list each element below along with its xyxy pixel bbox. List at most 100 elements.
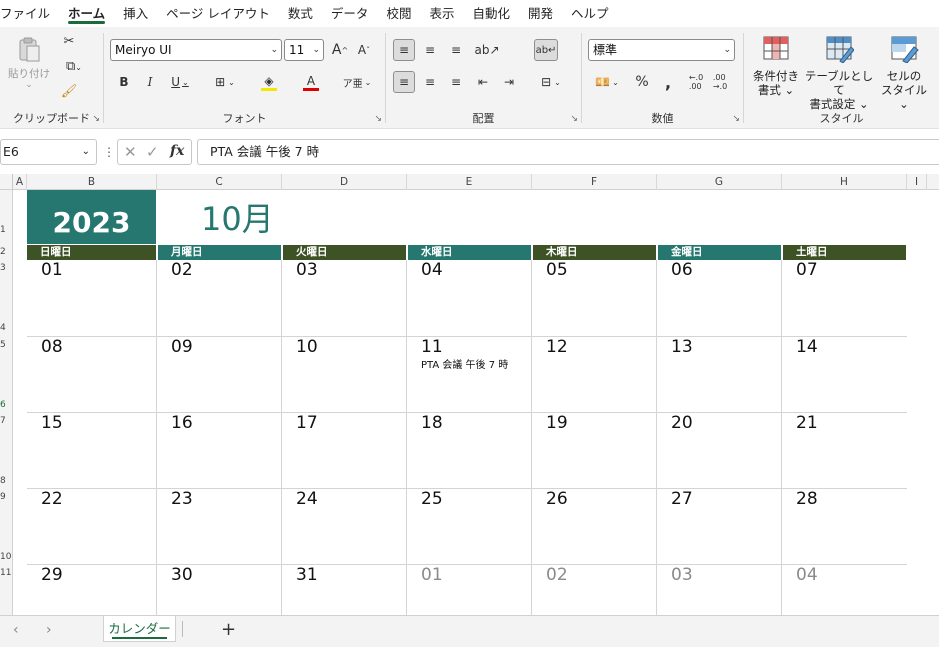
column-header-b[interactable]: B — [27, 174, 157, 190]
date-cell[interactable]: 02 — [171, 260, 193, 280]
alignment-launcher-icon[interactable]: ↘ — [570, 114, 578, 124]
date-cell[interactable]: 25 — [421, 489, 443, 509]
date-cell[interactable]: 07 — [796, 260, 818, 280]
orientation-button[interactable]: ab↗ — [472, 39, 502, 61]
column-header-a[interactable]: A — [13, 174, 27, 190]
date-cell[interactable]: 27 — [671, 489, 693, 509]
tab-review[interactable]: 校閲 — [377, 0, 420, 27]
add-sheet-button[interactable]: + — [221, 619, 236, 640]
align-left-icon[interactable]: ≡ — [393, 71, 415, 93]
formula-input[interactable]: PTA 会議 午後 7 時 — [197, 139, 939, 165]
tab-developer[interactable]: 開発 — [519, 0, 562, 27]
row-header-6[interactable]: 6 — [0, 400, 12, 410]
tab-data[interactable]: データ — [322, 0, 378, 27]
format-painter-icon[interactable]: 🖌 — [60, 82, 78, 102]
conditional-formatting-button[interactable]: 条件付き 書式 ⌄ — [748, 31, 804, 97]
column-header-d[interactable]: D — [282, 174, 407, 190]
next-month-date-cell[interactable]: 03 — [671, 565, 693, 585]
increase-indent-icon[interactable]: ⇥ — [498, 71, 520, 93]
date-cell[interactable]: 22 — [41, 489, 63, 509]
column-header-g[interactable]: G — [657, 174, 782, 190]
font-launcher-icon[interactable]: ↘ — [374, 114, 382, 124]
date-cell[interactable]: 19 — [546, 413, 568, 433]
percent-icon[interactable]: % — [632, 71, 652, 93]
row-header-4[interactable]: 4 — [0, 323, 12, 333]
date-cell[interactable]: 15 — [41, 413, 63, 433]
shrink-font-icon[interactable]: Aˇ — [354, 39, 374, 61]
align-center-icon[interactable]: ≡ — [419, 71, 441, 93]
tab-home[interactable]: ホーム — [59, 0, 114, 27]
row-header-8[interactable]: 8 — [0, 476, 12, 486]
row-header-7[interactable]: 7 — [0, 416, 12, 426]
paste-button[interactable]: 貼り付け ⌄ — [8, 35, 50, 90]
align-right-icon[interactable]: ≡ — [445, 71, 467, 93]
font-name-select[interactable]: Meiryo UI ⌄ — [110, 39, 282, 61]
wrap-text-icon[interactable]: ab↵ — [534, 39, 558, 61]
enter-icon[interactable]: ✓ — [146, 143, 159, 161]
bold-button[interactable]: B — [114, 71, 134, 93]
sheet-tab-calendar[interactable]: カレンダー — [103, 616, 176, 642]
date-cell[interactable]: 26 — [546, 489, 568, 509]
date-cell[interactable]: 12 — [546, 337, 568, 357]
tab-formulas[interactable]: 数式 — [279, 0, 322, 27]
date-cell[interactable]: 13 — [671, 337, 693, 357]
row-header-5[interactable]: 5 — [0, 340, 12, 350]
row-header-1[interactable]: 1 — [0, 225, 12, 235]
number-format-select[interactable]: 標準 ⌄ — [588, 39, 735, 61]
date-cell[interactable]: 01 — [41, 260, 63, 280]
row-header-9[interactable]: 9 — [0, 492, 12, 502]
more-options-icon[interactable]: ⋮ — [103, 145, 115, 159]
year-cell[interactable]: 2023 — [27, 190, 156, 244]
row-header-3[interactable]: 3 — [0, 263, 12, 273]
date-cell[interactable]: 20 — [671, 413, 693, 433]
insert-function-icon[interactable]: fx — [170, 143, 184, 159]
next-month-date-cell[interactable]: 01 — [421, 565, 443, 585]
borders-button[interactable]: ⊞ ⌄ — [208, 71, 242, 93]
cell-styles-button[interactable]: セルの スタイル ⌄ — [876, 31, 932, 111]
row-header-2[interactable]: 2 — [0, 247, 12, 257]
clipboard-launcher-icon[interactable]: ↘ — [92, 114, 100, 124]
comma-style-icon[interactable]: , — [658, 71, 678, 93]
date-cell[interactable]: 24 — [296, 489, 318, 509]
date-cell[interactable]: 08 — [41, 337, 63, 357]
tab-help[interactable]: ヘルプ — [562, 0, 618, 27]
name-box[interactable]: E6 ⌄ — [0, 139, 97, 165]
fill-color-button[interactable]: ◈ — [252, 71, 286, 93]
date-cell[interactable]: 28 — [796, 489, 818, 509]
date-cell[interactable]: 17 — [296, 413, 318, 433]
format-as-table-button[interactable]: テーブルとして 書式設定 ⌄ — [804, 31, 874, 111]
tab-page-layout[interactable]: ページ レイアウト — [157, 0, 279, 27]
decrease-decimal-icon[interactable]: .00 →.0 — [710, 71, 730, 93]
month-cell[interactable]: 10月 — [201, 199, 274, 239]
worksheet-grid[interactable]: 2023 10月 日曜日 月曜日 火曜日 水曜日 木曜日 金曜日 土曜日 01 … — [13, 190, 939, 615]
date-cell[interactable]: 04 — [421, 260, 443, 280]
grow-font-icon[interactable]: A ^ — [330, 39, 350, 61]
tab-view[interactable]: 表示 — [420, 0, 463, 27]
number-launcher-icon[interactable]: ↘ — [732, 114, 740, 124]
tab-automate[interactable]: 自動化 — [463, 0, 519, 27]
column-header-h[interactable]: H — [782, 174, 907, 190]
next-month-date-cell[interactable]: 04 — [796, 565, 818, 585]
column-header-e[interactable]: E — [407, 174, 532, 190]
row-header-11[interactable]: 11 — [0, 568, 12, 578]
copy-icon[interactable]: ⧉⌄ — [60, 57, 88, 78]
date-cell[interactable]: 21 — [796, 413, 818, 433]
decrease-indent-icon[interactable]: ⇤ — [472, 71, 494, 93]
date-cell[interactable]: 10 — [296, 337, 318, 357]
align-middle-icon[interactable]: ≡ — [419, 39, 441, 61]
date-cell[interactable]: 16 — [171, 413, 193, 433]
date-cell[interactable]: 06 — [671, 260, 693, 280]
scroll-tabs-left-icon[interactable]: ‹ — [13, 622, 19, 638]
date-cell[interactable]: 11 — [421, 337, 443, 357]
increase-decimal-icon[interactable]: ←.0.00 — [686, 71, 706, 93]
phonetic-button[interactable]: ア亜 ⌄ — [340, 71, 374, 93]
date-cell[interactable]: 29 — [41, 565, 63, 585]
accounting-format-button[interactable]: 💴 ⌄ — [590, 71, 624, 93]
date-cell[interactable]: 23 — [171, 489, 193, 509]
event-cell[interactable]: PTA 会議 午後 7 時 — [421, 356, 508, 371]
column-header-c[interactable]: C — [157, 174, 282, 190]
column-header-f[interactable]: F — [532, 174, 657, 190]
date-cell[interactable]: 30 — [171, 565, 193, 585]
date-cell[interactable]: 03 — [296, 260, 318, 280]
align-bottom-icon[interactable]: ≡ — [445, 39, 467, 61]
